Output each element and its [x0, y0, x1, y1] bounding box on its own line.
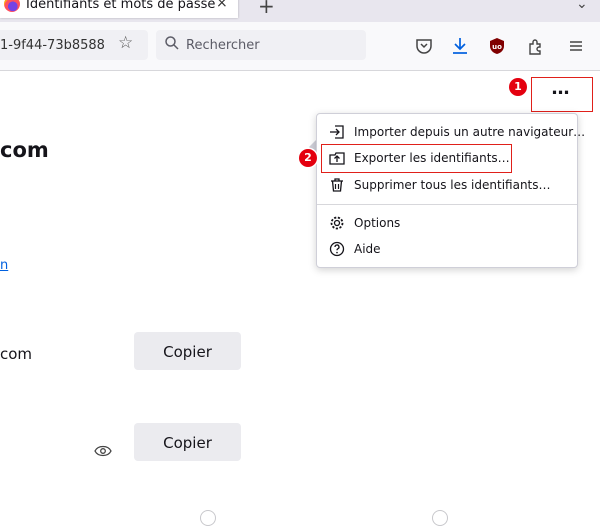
search-input: Rechercher: [186, 38, 260, 53]
highlight-box-export: [321, 144, 512, 173]
menu-item-label: Aide: [354, 242, 381, 256]
navigation-toolbar: 1-9f44-73b8588 ☆ Rechercher uo: [0, 22, 600, 71]
download-icon[interactable]: [450, 36, 470, 56]
partial-icon: [432, 510, 448, 526]
list-tabs-icon[interactable]: ⌄: [576, 0, 588, 12]
copy-username-button[interactable]: Copier: [134, 332, 241, 370]
pocket-icon[interactable]: [414, 36, 434, 56]
svg-text:uo: uo: [492, 43, 502, 51]
menu-item-label: Options: [354, 216, 401, 230]
url-bar[interactable]: 1-9f44-73b8588 ☆: [0, 30, 148, 60]
gear-icon: [330, 216, 344, 230]
menu-item-label: Supprimer tous les identifiants…: [354, 178, 551, 192]
partial-icon: [200, 510, 216, 526]
hamburger-menu-icon[interactable]: [566, 36, 586, 56]
menu-item-options[interactable]: Options: [317, 212, 577, 236]
username-value: com: [0, 345, 33, 363]
options-dropdown-menu: Importer depuis un autre navigateur… Exp…: [316, 113, 585, 268]
highlight-box-menu-button: [531, 77, 593, 112]
bookmark-star-icon[interactable]: ☆: [118, 33, 133, 53]
tab-strip: Identifiants et mots de passe × + ⌄: [0, 0, 600, 22]
extensions-icon[interactable]: [526, 36, 546, 56]
help-icon: [329, 241, 345, 257]
menu-item-delete-all[interactable]: Supprimer tous les identifiants…: [317, 174, 577, 198]
tab-title: Identifiants et mots de passe: [26, 0, 216, 12]
firefox-favicon-icon: [4, 0, 20, 12]
menu-item-label: Importer depuis un autre navigateur…: [354, 125, 586, 139]
search-bar[interactable]: Rechercher: [156, 30, 366, 60]
menu-item-help[interactable]: Aide: [317, 238, 577, 262]
menu-item-import[interactable]: Importer depuis un autre navigateur…: [317, 121, 585, 145]
ublock-origin-icon[interactable]: uo: [487, 36, 507, 56]
menu-separator: [317, 204, 577, 205]
copy-password-button[interactable]: Copier: [134, 423, 241, 461]
tab-close-icon[interactable]: ×: [216, 0, 228, 11]
step-2-badge: 2: [299, 149, 317, 167]
step-1-badge: 1: [509, 78, 527, 96]
search-icon: [165, 36, 179, 50]
import-icon: [330, 125, 344, 139]
tab-logins[interactable]: Identifiants et mots de passe ×: [0, 0, 238, 18]
trash-icon: [331, 178, 343, 192]
new-tab-icon[interactable]: +: [258, 0, 275, 18]
show-password-eye-icon[interactable]: [94, 444, 112, 458]
site-link[interactable]: n: [0, 258, 8, 273]
login-heading: com: [0, 138, 49, 162]
url-text: 1-9f44-73b8588: [0, 38, 105, 53]
